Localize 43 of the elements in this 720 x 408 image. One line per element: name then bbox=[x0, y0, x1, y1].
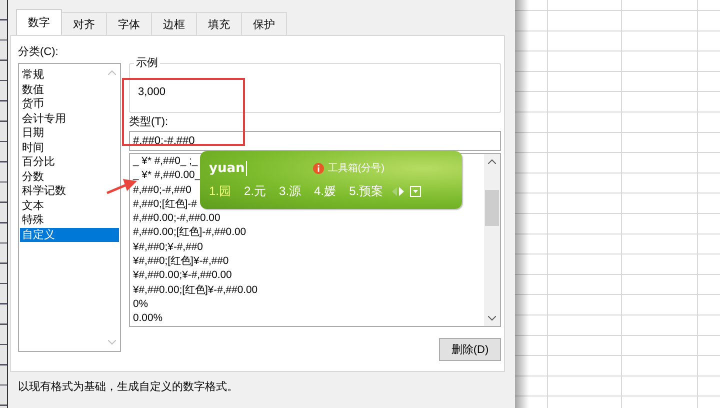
format-item[interactable]: _ ¥* #,##0.00_ bbox=[133, 169, 201, 184]
format-item[interactable]: #,##0;-#,##0 bbox=[133, 184, 192, 198]
format-item[interactable]: ¥#,##0;¥-#,##0 bbox=[133, 240, 203, 256]
category-item[interactable]: 特殊 bbox=[20, 213, 119, 228]
previous-page-icon[interactable] bbox=[392, 187, 398, 196]
scroll-up-icon[interactable] bbox=[488, 159, 496, 164]
scroll-down-icon[interactable] bbox=[488, 316, 496, 321]
format-item[interactable]: 0.00% bbox=[133, 312, 162, 327]
sample-label: 示例 bbox=[134, 56, 160, 70]
category-item[interactable]: 分数 bbox=[20, 170, 119, 184]
scrollbar[interactable] bbox=[484, 154, 500, 326]
category-item[interactable]: 货币 bbox=[20, 97, 119, 112]
category-item[interactable]: 常规 bbox=[20, 68, 119, 82]
tab[interactable]: 保护 bbox=[241, 12, 287, 35]
format-item[interactable]: #,##0.00;[红色]-#,##0.00 bbox=[133, 226, 246, 241]
format-item[interactable]: #,##0;[红色]-# bbox=[133, 198, 197, 212]
format-item[interactable]: ¥#,##0.00;¥-#,##0.00 bbox=[133, 269, 232, 284]
category-list[interactable]: 常规 数值 货币 会计专用 日期 时间 百分比 分数 科学记数 文本 特殊 自定义 bbox=[18, 63, 121, 352]
format-item[interactable]: #,##0.00;-#,##0.00 bbox=[133, 212, 220, 226]
next-page-icon[interactable] bbox=[399, 187, 404, 196]
sample-value: 3,000 bbox=[138, 86, 166, 98]
format-item[interactable]: ¥#,##0.00;[红色]¥-#,##0.00 bbox=[133, 284, 258, 298]
scrollbar-thumb[interactable] bbox=[485, 190, 499, 226]
hint-text: 以现有格式为基础，生成自定义的数字格式。 bbox=[18, 380, 239, 394]
tab[interactable]: 数字 bbox=[16, 9, 62, 35]
category-item[interactable]: 科学记数 bbox=[20, 184, 119, 198]
ime-input-text: yuan bbox=[209, 160, 247, 176]
category-item[interactable]: 文本 bbox=[20, 198, 119, 213]
category-item[interactable]: 时间 bbox=[20, 140, 119, 155]
category-item[interactable]: 数值 bbox=[20, 82, 119, 97]
dropdown-icon[interactable] bbox=[410, 186, 422, 197]
category-label: 分类(C): bbox=[18, 45, 60, 59]
category-item[interactable]: 会计专用 bbox=[20, 112, 119, 126]
format-item[interactable]: _ ¥* #,##0_ ;_ bbox=[133, 155, 198, 170]
category-item[interactable]: 百分比 bbox=[20, 155, 119, 170]
format-item[interactable]: 0% bbox=[133, 298, 148, 312]
format-item[interactable]: ¥#,##0;[红色]¥-#,##0 bbox=[133, 255, 229, 270]
delete-button[interactable]: 删除(D) bbox=[439, 338, 501, 361]
type-label: 类型(T): bbox=[129, 115, 170, 129]
type-input-field[interactable]: #,##0;-#,##0 bbox=[129, 131, 501, 151]
info-icon[interactable] bbox=[312, 162, 324, 174]
category-item[interactable]: 日期 bbox=[20, 126, 119, 140]
category-item[interactable]: 自定义 bbox=[20, 228, 119, 242]
